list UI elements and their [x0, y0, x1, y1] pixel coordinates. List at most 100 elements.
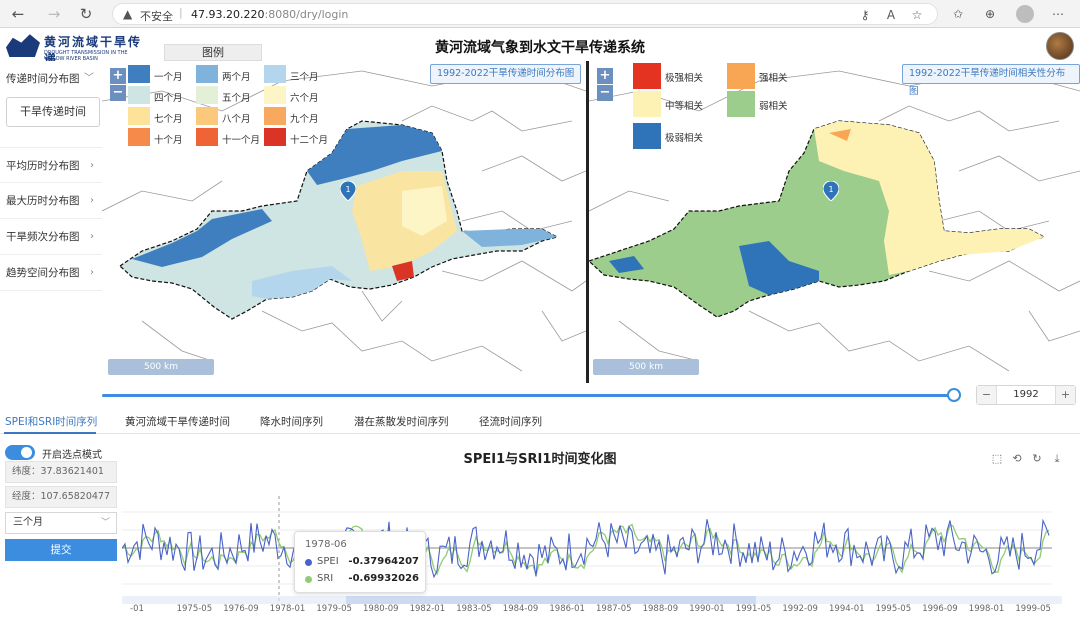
- sidebar-item-max-duration[interactable]: 最大历时分布图 ›: [0, 183, 102, 219]
- favorites-icon[interactable]: ✩: [950, 6, 966, 22]
- legend-label: 七个月: [154, 114, 183, 125]
- scale-bar: 500 km: [593, 359, 699, 375]
- legend-label: 十二个月: [290, 135, 329, 146]
- legend-label: 十一个月: [222, 135, 261, 146]
- x-tick-label: 1982-01: [409, 604, 446, 614]
- sidebar-item-transfer-time[interactable]: 传递时间分布图 ﹀: [0, 61, 102, 97]
- forward-icon[interactable]: →: [44, 4, 64, 24]
- latitude-field[interactable]: 纬度：37.83621401: [5, 461, 117, 483]
- x-tick-label: 1995-05: [875, 604, 912, 614]
- year-value[interactable]: 1992: [997, 386, 1055, 404]
- x-tick-label: 1976-09: [223, 604, 259, 614]
- zoom-out-button[interactable]: −: [597, 85, 613, 101]
- sidebar-sub-button[interactable]: 干旱传递时间: [6, 97, 100, 127]
- x-tick-label: -01: [130, 604, 144, 614]
- favorite-add-icon[interactable]: ☆: [909, 7, 925, 23]
- map-transfer-time[interactable]: + − 1992-2022干旱传递时间分布图 500 km 1 一个月 两个月 三个…: [102, 61, 586, 383]
- key-icon[interactable]: ⚷: [857, 7, 873, 23]
- app-header: 黄河流域干旱传递 DROUGHT TRANSMISSION IN THE YEL…: [0, 29, 1080, 66]
- collections-icon[interactable]: ⊕: [982, 6, 998, 22]
- zoom-out-button[interactable]: −: [110, 85, 126, 101]
- map-right-badge[interactable]: 1992-2022干旱传递时间相关性分布图: [902, 64, 1080, 97]
- period-select[interactable]: 三个月 ﹀: [5, 512, 117, 534]
- sidebar-item-label: 最大历时分布图: [6, 195, 80, 207]
- x-tick-label: 1994-01: [829, 604, 865, 614]
- data-zoom-window[interactable]: [346, 596, 756, 604]
- legend-swatch: [264, 107, 286, 125]
- restore-icon[interactable]: ↻: [1030, 452, 1044, 466]
- legend-label: 五个月: [222, 93, 251, 104]
- x-tick-label: 1991-05: [735, 604, 772, 614]
- reload-icon[interactable]: ↻: [76, 4, 96, 24]
- sidebar-item-avg-duration[interactable]: 平均历时分布图 ›: [0, 147, 102, 183]
- legend-label: 极弱相关: [665, 133, 704, 144]
- map-left-badge[interactable]: 1992-2022干旱传递时间分布图: [430, 64, 582, 84]
- legend-label: 九个月: [290, 114, 319, 125]
- legend-swatch: [128, 65, 150, 83]
- legend-label: 六个月: [290, 93, 319, 104]
- avatar[interactable]: [1046, 32, 1074, 60]
- legend-label: 一个月: [154, 72, 183, 83]
- stepper-minus-button[interactable]: −: [977, 386, 997, 404]
- longitude-field[interactable]: 经度：107.65820477: [5, 486, 117, 508]
- download-icon[interactable]: ⤓: [1050, 452, 1064, 466]
- legend-swatch: [264, 65, 286, 83]
- legend-label: 三个月: [290, 72, 319, 83]
- legend-swatch: [264, 128, 286, 146]
- zoom-in-button[interactable]: +: [597, 68, 613, 84]
- time-series-chart[interactable]: [122, 496, 1062, 604]
- sidebar-item-trend[interactable]: 趋势空间分布图 ›: [0, 255, 102, 291]
- back-icon[interactable]: ←: [8, 4, 28, 24]
- tab-spei-sri[interactable]: SPEI和SRI时间序列: [5, 414, 97, 429]
- more-icon[interactable]: ⋯: [1050, 6, 1066, 22]
- x-tick-label: 1979-05: [316, 604, 352, 614]
- profile-icon[interactable]: [1016, 5, 1034, 23]
- legend-swatch: [128, 86, 150, 104]
- tab-transfer-time[interactable]: 黄河流域干旱传递时间: [125, 414, 230, 429]
- chevron-down-icon: ﹀: [100, 518, 110, 528]
- spei-dot: [305, 559, 312, 566]
- map-left-canvas: [102, 68, 586, 372]
- zoom-select-icon[interactable]: ⬚: [990, 452, 1004, 466]
- x-tick-label: 1978-01: [269, 604, 306, 614]
- legend-tab[interactable]: 图例: [164, 44, 262, 61]
- active-tab-indicator: [4, 432, 96, 434]
- sidebar-item-frequency[interactable]: 干旱频次分布图 ›: [0, 219, 102, 255]
- tab-precipitation[interactable]: 降水时间序列: [260, 414, 323, 429]
- tooltip-series-name: SPEI: [317, 556, 339, 567]
- tooltip-date: 1978-06: [305, 539, 347, 550]
- legend-swatch: [196, 107, 218, 125]
- x-tick-label: 1999-05: [1015, 604, 1051, 614]
- read-aloud-icon[interactable]: A: [883, 7, 899, 23]
- map-correlation[interactable]: + − 1992-2022干旱传递时间相关性分布图 500 km 1 极强相关 强…: [589, 61, 1080, 383]
- legend-swatch: [128, 107, 150, 125]
- x-tick-label: 1996-09: [922, 604, 958, 614]
- chart-tooltip: 1978-06 SPEI -0.37964207 SRI -0.69932026: [294, 531, 426, 593]
- year-slider-handle[interactable]: [947, 388, 961, 402]
- map-right-canvas: [589, 68, 1080, 372]
- legend-swatch: [196, 65, 218, 83]
- period-select-value: 三个月: [13, 517, 43, 528]
- address-bar[interactable]: ▲ 不安全 | 47.93.20.220:8080/dry/login ⚷ A …: [112, 3, 938, 25]
- x-tick-label: 1980-09: [363, 604, 399, 614]
- year-stepper[interactable]: − 1992 +: [976, 385, 1076, 405]
- zoom-reset-icon[interactable]: ⟲: [1010, 452, 1024, 466]
- year-slider-track[interactable]: [102, 394, 954, 397]
- x-tick-label: 1998-01: [968, 604, 1005, 614]
- location-pin-icon[interactable]: 1: [823, 181, 839, 201]
- legend-swatch: [633, 91, 661, 117]
- zoom-in-button[interactable]: +: [110, 68, 126, 84]
- point-mode-toggle[interactable]: [5, 445, 35, 460]
- legend-label: 四个月: [154, 93, 183, 104]
- x-tick-label: 1987-05: [596, 604, 632, 614]
- tab-runoff[interactable]: 径流时间序列: [479, 414, 542, 429]
- sidebar-item-label: 干旱频次分布图: [6, 231, 80, 243]
- submit-button[interactable]: 提交: [5, 539, 117, 561]
- toggle-knob: [21, 447, 32, 458]
- year-slider-row: − 1992 +: [102, 383, 1080, 407]
- chevron-right-icon: ›: [90, 160, 94, 171]
- tab-evapotranspiration[interactable]: 潜在蒸散发时间序列: [354, 414, 449, 429]
- location-pin-icon[interactable]: 1: [340, 181, 356, 201]
- stepper-plus-button[interactable]: +: [1055, 386, 1075, 404]
- x-tick-label: 1983-05: [456, 604, 492, 614]
